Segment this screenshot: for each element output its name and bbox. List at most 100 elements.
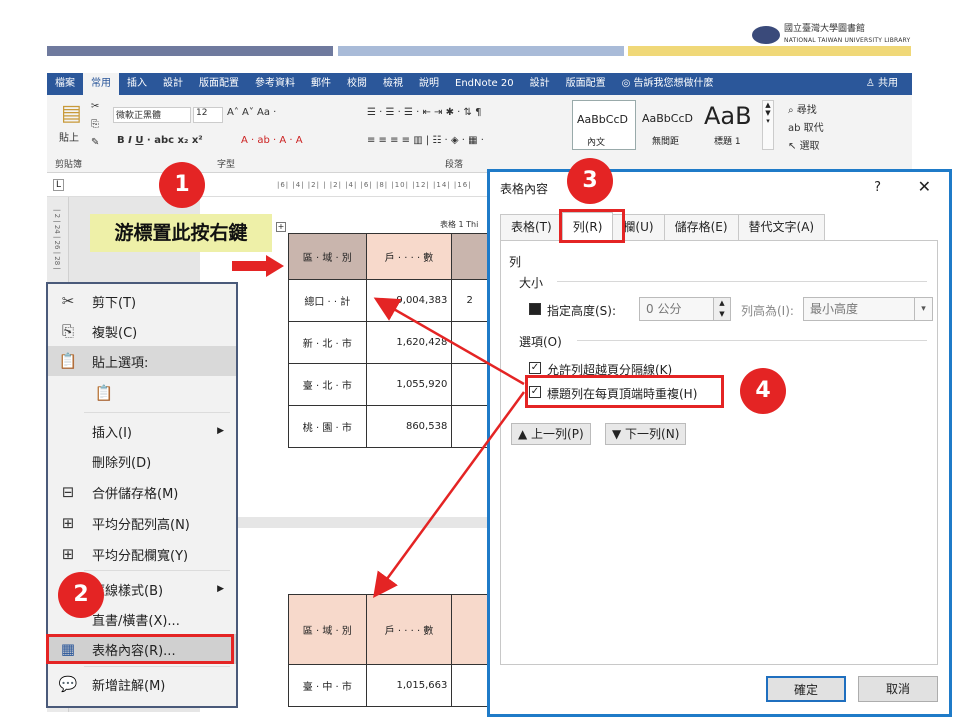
menu-item-merge-cells[interactable]: ⊟ 合併儲存格(M) [48,477,236,507]
style-normal[interactable]: AaBbCcD 內文 [572,100,636,150]
menu-separator [84,666,230,667]
cell-extra[interactable] [451,405,488,448]
style-no-spacing[interactable]: AaBbCcD 無間距 [638,100,700,150]
font-format-buttons[interactable]: B I U · abc x₂ x² [117,135,203,146]
menu-item-distribute-columns[interactable]: ⊞ 平均分配欄寬(Y) [48,539,236,569]
paragraph-group-label: 段落 [445,160,464,170]
header-cell-households-repeat[interactable]: 戶 · · · · 數 [365,594,453,665]
tab-insert[interactable]: 插入 [119,73,155,95]
cell-extra[interactable] [451,664,488,707]
ok-button[interactable]: 確定 [766,676,846,702]
horizontal-ruler: L |6| |4| |2| | |2| |4| |6| |8| |10| |12… [47,173,487,197]
cell-extra[interactable] [451,321,488,364]
tab-review[interactable]: 校閱 [339,73,375,95]
tab-references[interactable]: 參考資料 [247,73,303,95]
font-name-box[interactable]: 微軟正黑體 [113,107,191,123]
highlight-repeat-header [525,375,724,408]
next-row-button[interactable]: ▼ 下一列(N) [605,423,687,445]
cell-area[interactable]: 總口 · · 計 [288,279,367,322]
tab-help[interactable]: 說明 [411,73,447,95]
font-size-grow-shrink[interactable]: A˄ A˅ Aa · [227,107,276,118]
header-cell-area[interactable]: 區 · 域 · 別 [288,233,367,280]
menu-item-copy[interactable]: ⎘ 複製(C) [48,316,236,346]
table-move-handle[interactable]: + [276,222,286,232]
cell-area[interactable]: 新 · 北 · 市 [288,321,367,364]
cell-households[interactable]: 860,538 [365,405,453,448]
ruler-ticks: |6| |4| |2| | |2| |4| |6| |8| |10| |12| … [277,181,472,189]
dialog-title: 表格內容 [500,182,549,196]
font-color-buttons[interactable]: A · ab · A · A [241,135,303,146]
replace-button[interactable]: ab 取代 [788,119,824,134]
cell-area[interactable]: 臺 · 北 · 市 [288,363,367,406]
cell-area[interactable]: 臺 · 中 · 市 [288,664,367,707]
paste-label[interactable]: 貼上 [59,129,79,144]
height-input[interactable]: 0 公分 [639,297,719,321]
menu-item-new-comment[interactable]: 💬 新增註解(M) [48,669,236,699]
header-cell-households[interactable]: 戶 · · · · 數 [365,233,453,280]
allow-break-checkbox[interactable]: ✓ [529,362,541,374]
alignment-buttons[interactable]: ≡ ≡ ≡ ≡ ▥ | ☷ · ◈ · ▦ · [367,135,484,146]
table-properties-dialog: 表格內容 ? ✕ 表格(T) 列(R) 欄(U) 儲存格(E) 替代文字(A) … [487,169,952,717]
logo-chinese-name: 國立臺灣大學圖書館 [784,24,866,34]
tab-mailings[interactable]: 郵件 [303,73,339,95]
menu-item-cut[interactable]: ✂ 剪下(T) [48,286,236,316]
tab-design[interactable]: 設計 [155,73,191,95]
cell-extra[interactable]: 2 [451,279,488,322]
specify-height-label: 指定高度(S): [547,304,617,318]
copy-icon: ⎘ [61,322,74,340]
height-spinner[interactable]: ▲ ▼ [713,297,731,321]
tab-endnote[interactable]: EndNote 20 [447,73,522,95]
menu-item-label: 平均分配列高(N) [92,517,190,533]
tab-table-design[interactable]: 設計 [522,73,558,95]
cut-icon[interactable]: ✂ [91,101,99,112]
help-icon[interactable]: ? [874,180,881,195]
menu-item-delete-row[interactable]: 刪除列(D) [48,446,236,476]
styles-scroll[interactable]: ▲ ▼ ▾ [762,100,774,150]
tab-layout[interactable]: 版面配置 [191,73,247,95]
tab-cell[interactable]: 儲存格(E) [663,214,739,240]
menu-item-paste-keep[interactable]: 📋 [48,378,236,408]
header-cell-extra[interactable] [451,233,488,280]
table-caption: 表格 1 Thi [440,220,479,229]
find-button[interactable]: ⌕ 尋找 [788,101,817,116]
menu-item-distribute-rows[interactable]: ⊞ 平均分配列高(N) [48,508,236,538]
menu-item-label: 直書/橫書(X)... [92,613,180,629]
row-height-mode-select[interactable]: 最小高度 ▾ [803,297,933,321]
clipboard-icon: 📋 [58,352,78,370]
tab-file[interactable]: 檔案 [47,73,83,95]
tab-home[interactable]: 常用 [83,73,119,95]
paste-icon[interactable]: ▤ [61,101,82,126]
previous-row-button[interactable]: ▲ 上一列(P) [511,423,591,445]
cell-households[interactable]: 1,620,428 [365,321,453,364]
tab-table-layout[interactable]: 版面配置 [558,73,614,95]
clipboard-group-label: 剪貼簿 [55,160,83,170]
header-cell-area-repeat[interactable]: 區 · 域 · 別 [288,594,367,665]
format-painter-icon[interactable]: ✎ [91,137,99,148]
header-cell-extra-repeat[interactable] [451,594,488,665]
share-button[interactable]: ♙ 共用 [858,73,912,95]
copy-icon[interactable]: ⎘ [91,119,99,130]
cancel-button[interactable]: 取消 [858,676,938,702]
cell-households[interactable]: 1,015,663 [365,664,453,707]
select-button[interactable]: ↖ 選取 [788,137,820,152]
close-icon[interactable]: ✕ [918,177,931,196]
header-bar-2 [338,46,624,56]
tell-me-search[interactable]: ◎ 告訴我您想做什麼 [614,73,722,95]
menu-item-insert[interactable]: 插入(I) ▶ [48,416,236,446]
cell-households[interactable]: 1,055,920 [365,363,453,406]
scissors-icon: ✂ [61,292,75,310]
specify-height-checkbox[interactable] [529,303,541,315]
font-size-box[interactable]: 12 [193,107,223,123]
step-badge-4: 4 [740,368,786,414]
distribute-rows-icon: ⊞ [61,514,75,532]
tab-table[interactable]: 表格(T) [500,214,563,240]
tab-view[interactable]: 檢視 [375,73,411,95]
style-heading-1[interactable]: AaB 標題 1 [702,100,760,150]
tab-alt-text[interactable]: 替代文字(A) [737,214,826,240]
cursor-icon: ↖ [788,141,800,152]
cell-households[interactable]: 9,004,383 [365,279,453,322]
tab-stop-selector[interactable]: L [53,179,65,191]
list-buttons[interactable]: ☰ · ☰ · ☰ · ⇤ ⇥ ✱ · ⇅ ¶ [367,107,481,118]
cell-area[interactable]: 桃 · 園 · 市 [288,405,367,448]
cell-extra[interactable] [451,363,488,406]
